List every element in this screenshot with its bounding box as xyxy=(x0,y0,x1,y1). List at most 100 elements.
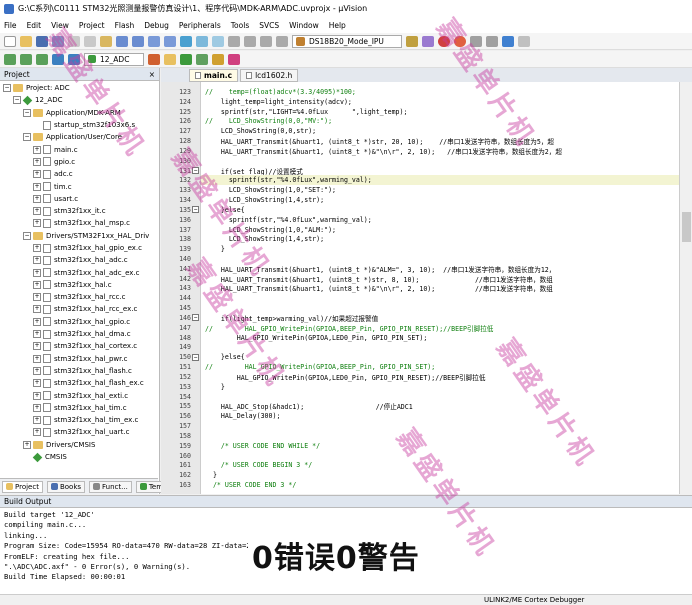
find-icon[interactable] xyxy=(406,35,418,47)
menu-peripherals[interactable]: Peripherals xyxy=(179,21,221,30)
expand-toggle-icon[interactable]: + xyxy=(33,391,41,400)
code-line[interactable]: 145 xyxy=(179,303,679,313)
code-line[interactable]: 138 LCD_ShowString(1,4,str); xyxy=(179,234,679,244)
comment-icon[interactable] xyxy=(260,35,272,47)
code-line[interactable]: 134 LCD_ShowString(1,4,str); xyxy=(179,195,679,205)
fold-toggle-icon[interactable]: − xyxy=(192,206,199,214)
find-in-files-icon[interactable] xyxy=(422,35,434,47)
tree-item[interactable]: + stm32f1xx_hal_adc_ex.c xyxy=(0,266,158,278)
code-line[interactable]: 158 xyxy=(179,431,679,441)
menu-project[interactable]: Project xyxy=(79,21,105,30)
prev-bookmark-icon[interactable] xyxy=(196,35,208,47)
tree-item[interactable]: + stm32f1xx_hal_rcc_ex.c xyxy=(0,303,158,315)
expand-toggle-icon[interactable]: − xyxy=(23,133,31,142)
expand-toggle-icon[interactable]: + xyxy=(33,354,41,363)
code-line[interactable]: 150− }else{ xyxy=(179,352,679,362)
tree-item[interactable]: + Drivers/CMSIS xyxy=(0,439,158,451)
expand-toggle-icon[interactable]: + xyxy=(33,157,41,166)
expand-toggle-icon[interactable]: + xyxy=(33,379,41,388)
expand-toggle-icon[interactable]: + xyxy=(33,244,41,252)
tab-project[interactable]: Project xyxy=(2,480,43,493)
translate-icon[interactable] xyxy=(4,53,16,65)
tree-item[interactable]: + stm32f1xx_hal_rcc.c xyxy=(0,291,158,303)
paste-icon[interactable] xyxy=(100,35,112,47)
undo-icon[interactable] xyxy=(116,35,128,47)
event-recorder-icon[interactable] xyxy=(228,53,240,65)
code-line[interactable]: 159 /* USER CODE END WHILE */ xyxy=(179,441,679,451)
code-line[interactable]: 153 } xyxy=(179,382,679,392)
tree-item[interactable]: + main.c xyxy=(0,143,158,155)
scrollbar-thumb[interactable] xyxy=(682,212,691,242)
tree-item[interactable]: − Drivers/STM32F1xx_HAL_Driv xyxy=(0,230,158,242)
expand-toggle-icon[interactable]: + xyxy=(33,268,41,277)
manage-components-icon[interactable] xyxy=(180,53,192,65)
code-line[interactable]: 123 // temp=(float)adcv*(3.3/4095)*100; xyxy=(179,87,679,97)
menu-help[interactable]: Help xyxy=(329,21,346,30)
tree-item[interactable]: + stm32f1xx_hal_msp.c xyxy=(0,217,158,229)
menu-edit[interactable]: Edit xyxy=(27,21,42,30)
build-icon[interactable] xyxy=(20,53,32,65)
code-line[interactable]: 160 xyxy=(179,451,679,461)
tree-item[interactable]: + stm32f1xx_hal_pwr.c xyxy=(0,353,158,365)
expand-toggle-icon[interactable]: + xyxy=(33,256,41,265)
expand-toggle-icon[interactable]: + xyxy=(33,403,41,412)
code-line[interactable]: 126 // LCD_ShowString(0,0,"MV:"); xyxy=(179,116,679,126)
tree-item[interactable]: + adc.c xyxy=(0,168,158,180)
code-line[interactable]: 132 sprintf(str,"%4.0fLux",warming_val); xyxy=(179,175,679,186)
tab-main-c[interactable]: main.c xyxy=(189,69,239,82)
file-extensions-icon[interactable] xyxy=(164,53,176,65)
expand-toggle-icon[interactable]: − xyxy=(13,96,21,105)
new-file-icon[interactable] xyxy=(4,35,16,47)
tree-item[interactable]: + stm32f1xx_hal_dma.c xyxy=(0,328,158,340)
tree-item[interactable]: + stm32f1xx_hal_tim.c xyxy=(0,402,158,414)
expand-toggle-icon[interactable]: + xyxy=(33,280,41,289)
code-line[interactable]: 139 } xyxy=(179,244,679,254)
tree-item[interactable]: + stm32f1xx_hal_gpio_ex.c xyxy=(0,242,158,254)
code-line[interactable]: 127 LCD_ShowString(0,0,str); xyxy=(179,126,679,136)
code-line[interactable]: 124 light_temp=light_intensity(adcv); xyxy=(179,97,679,107)
tab-lcd1602-h[interactable]: lcd1602.h xyxy=(240,69,299,82)
target-combo[interactable]: DS18B20_Mode_IPU xyxy=(292,34,402,48)
code-line[interactable]: 156 HAL_Delay(300); xyxy=(179,411,679,421)
code-line[interactable]: 125 sprintf(str,"LIGHT=%4.0fLux ",light_… xyxy=(179,107,679,117)
tree-item[interactable]: + stm32f1xx_hal.c xyxy=(0,279,158,291)
code-editor[interactable]: 123// temp=(float)adcv*(3.3/4095)*100; 12… xyxy=(161,82,679,494)
fold-toggle-icon[interactable]: − xyxy=(192,167,199,175)
code-line[interactable]: 163 /* USER CODE END 3 */ xyxy=(179,480,679,490)
save-all-icon[interactable] xyxy=(52,35,64,47)
code-line[interactable]: 137 LCD_ShowString(1,0,"ALM:"); xyxy=(179,225,679,235)
expand-toggle-icon[interactable]: + xyxy=(33,342,41,351)
code-line[interactable]: 161 /* USER CODE BEGIN 3 */ xyxy=(179,460,679,470)
expand-toggle-icon[interactable]: + xyxy=(33,182,41,191)
copy-icon[interactable] xyxy=(84,35,96,47)
code-line[interactable]: 157 xyxy=(179,421,679,431)
tree-item[interactable]: + stm32f1xx_hal_uart.c xyxy=(0,426,158,438)
tab-functions[interactable]: Funct... xyxy=(89,480,132,493)
code-line[interactable]: 140 xyxy=(179,254,679,264)
menu-debug[interactable]: Debug xyxy=(144,21,169,30)
cut-icon[interactable] xyxy=(68,35,80,47)
tree-item[interactable]: + stm32f1xx_it.c xyxy=(0,205,158,217)
tree-item[interactable]: + tim.c xyxy=(0,180,158,192)
tree-item[interactable]: + stm32f1xx_hal_flash.c xyxy=(0,365,158,377)
tree-item[interactable]: + usart.c xyxy=(0,193,158,205)
download-icon[interactable] xyxy=(52,53,64,65)
menu-flash[interactable]: Flash xyxy=(115,21,135,30)
expand-toggle-icon[interactable]: + xyxy=(33,416,41,425)
breakpoint-clear-icon[interactable] xyxy=(486,35,498,47)
editor-scrollbar[interactable] xyxy=(679,82,692,494)
code-line[interactable]: 147 // HAL_GPIO_WritePin(GPIOA,BEEP_Pin, … xyxy=(179,323,679,333)
build-target-combo[interactable]: 12_ADC xyxy=(84,52,144,66)
open-folder-icon[interactable] xyxy=(20,35,32,47)
expand-toggle-icon[interactable]: + xyxy=(33,293,41,302)
tree-item[interactable]: + stm32f1xx_hal_tim_ex.c xyxy=(0,414,158,426)
tab-books[interactable]: Books xyxy=(46,480,86,493)
tree-item[interactable]: − Application/User/Core xyxy=(0,131,158,143)
close-icon[interactable]: × xyxy=(149,70,155,79)
code-line[interactable]: 128 HAL_UART_Transmit(&huart1, (uint8_t … xyxy=(179,136,679,146)
fold-toggle-icon[interactable]: − xyxy=(192,314,199,322)
tree-item[interactable]: − 12_ADC xyxy=(0,94,158,106)
tree-item[interactable]: + gpio.c xyxy=(0,156,158,168)
nav-back-icon[interactable] xyxy=(148,35,160,47)
expand-toggle-icon[interactable]: + xyxy=(33,207,41,216)
